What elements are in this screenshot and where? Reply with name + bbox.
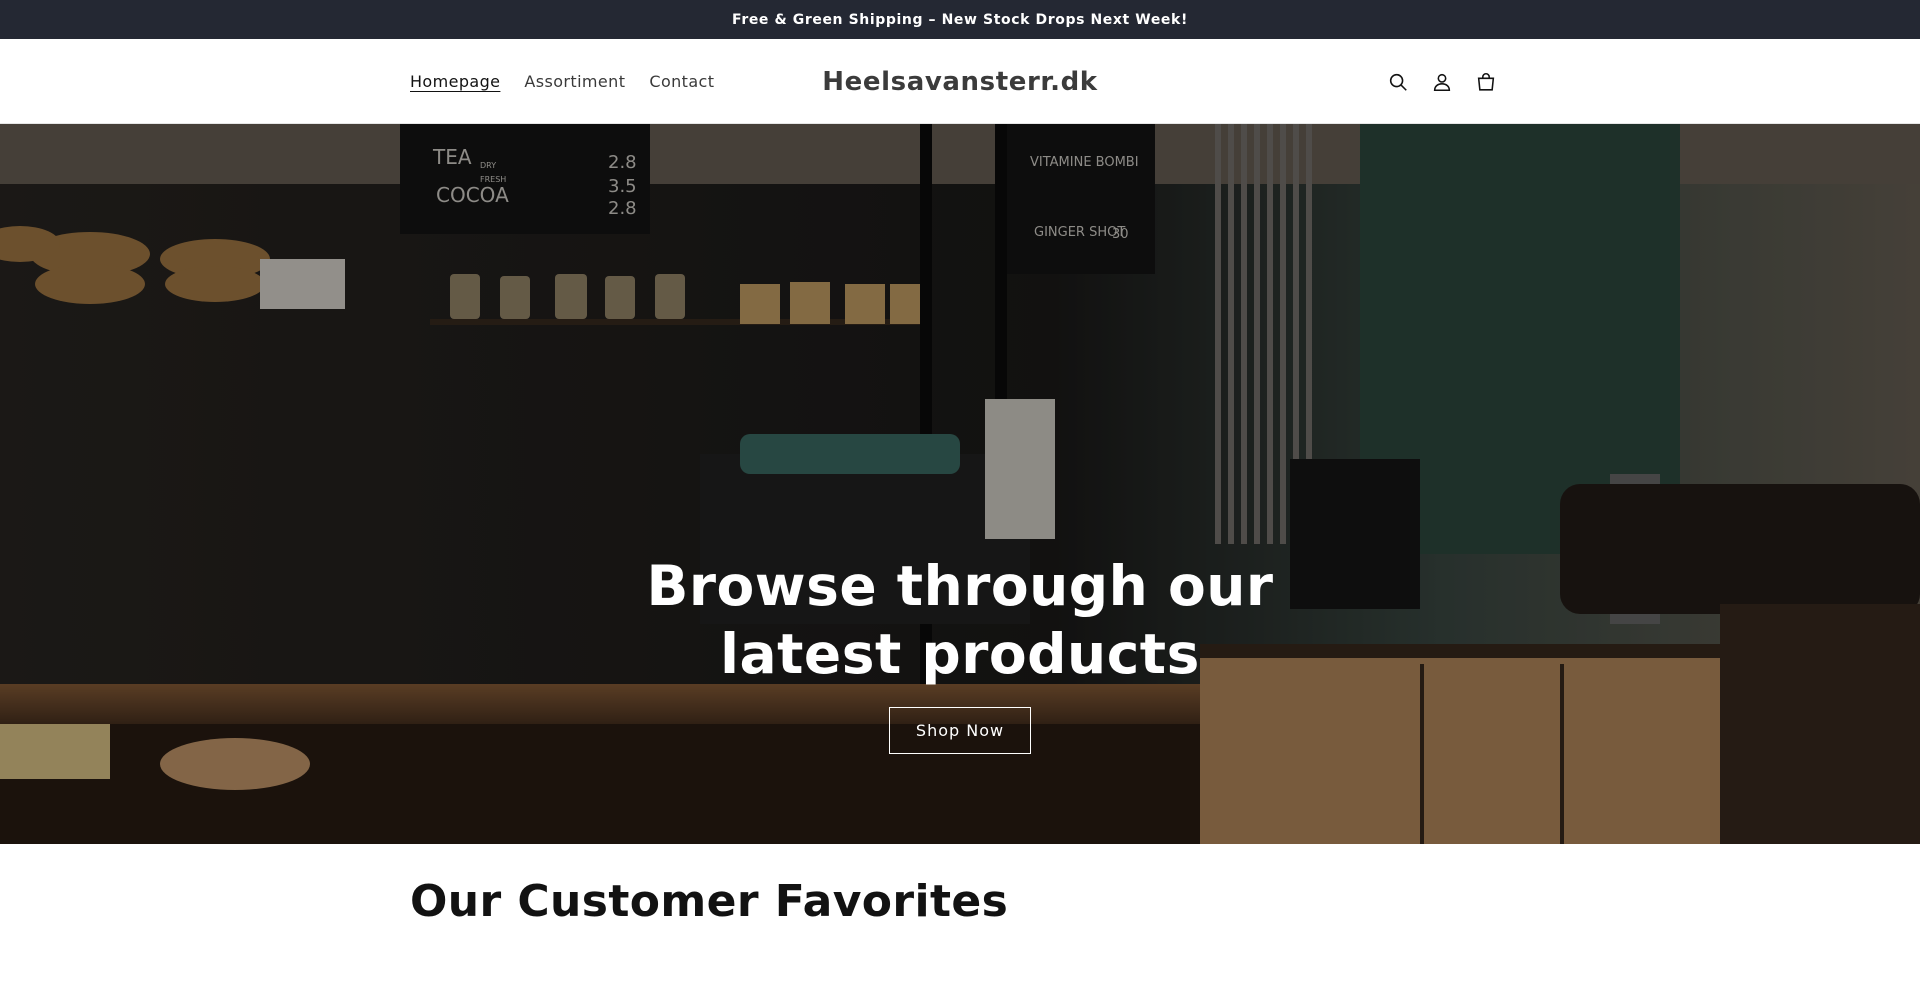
announcement-text: Free & Green Shipping – New Stock Drops … (732, 11, 1188, 28)
hero-banner: TEA DRY FRESH COCOA 2.8 3.5 2.8 VITAMINE… (0, 124, 1920, 844)
account-icon[interactable] (1426, 66, 1458, 98)
search-icon[interactable] (1382, 66, 1414, 98)
nav-homepage[interactable]: Homepage (410, 72, 500, 91)
customer-favorites-title: Our Customer Favorites (410, 876, 1009, 927)
cart-icon[interactable] (1470, 66, 1502, 98)
site-header: Homepage Assortiment Contact Heelsavanst… (0, 39, 1920, 124)
nav-assortiment[interactable]: Assortiment (524, 72, 625, 91)
nav-contact[interactable]: Contact (649, 72, 714, 91)
hero-title: Browse through our latest products (646, 554, 1274, 686)
shop-now-button[interactable]: Shop Now (889, 707, 1031, 754)
header-icons (1382, 39, 1502, 124)
site-logo[interactable]: Heelsavansterr.dk (760, 39, 1160, 124)
main-nav: Homepage Assortiment Contact (410, 39, 714, 124)
announcement-bar: Free & Green Shipping – New Stock Drops … (0, 0, 1920, 39)
